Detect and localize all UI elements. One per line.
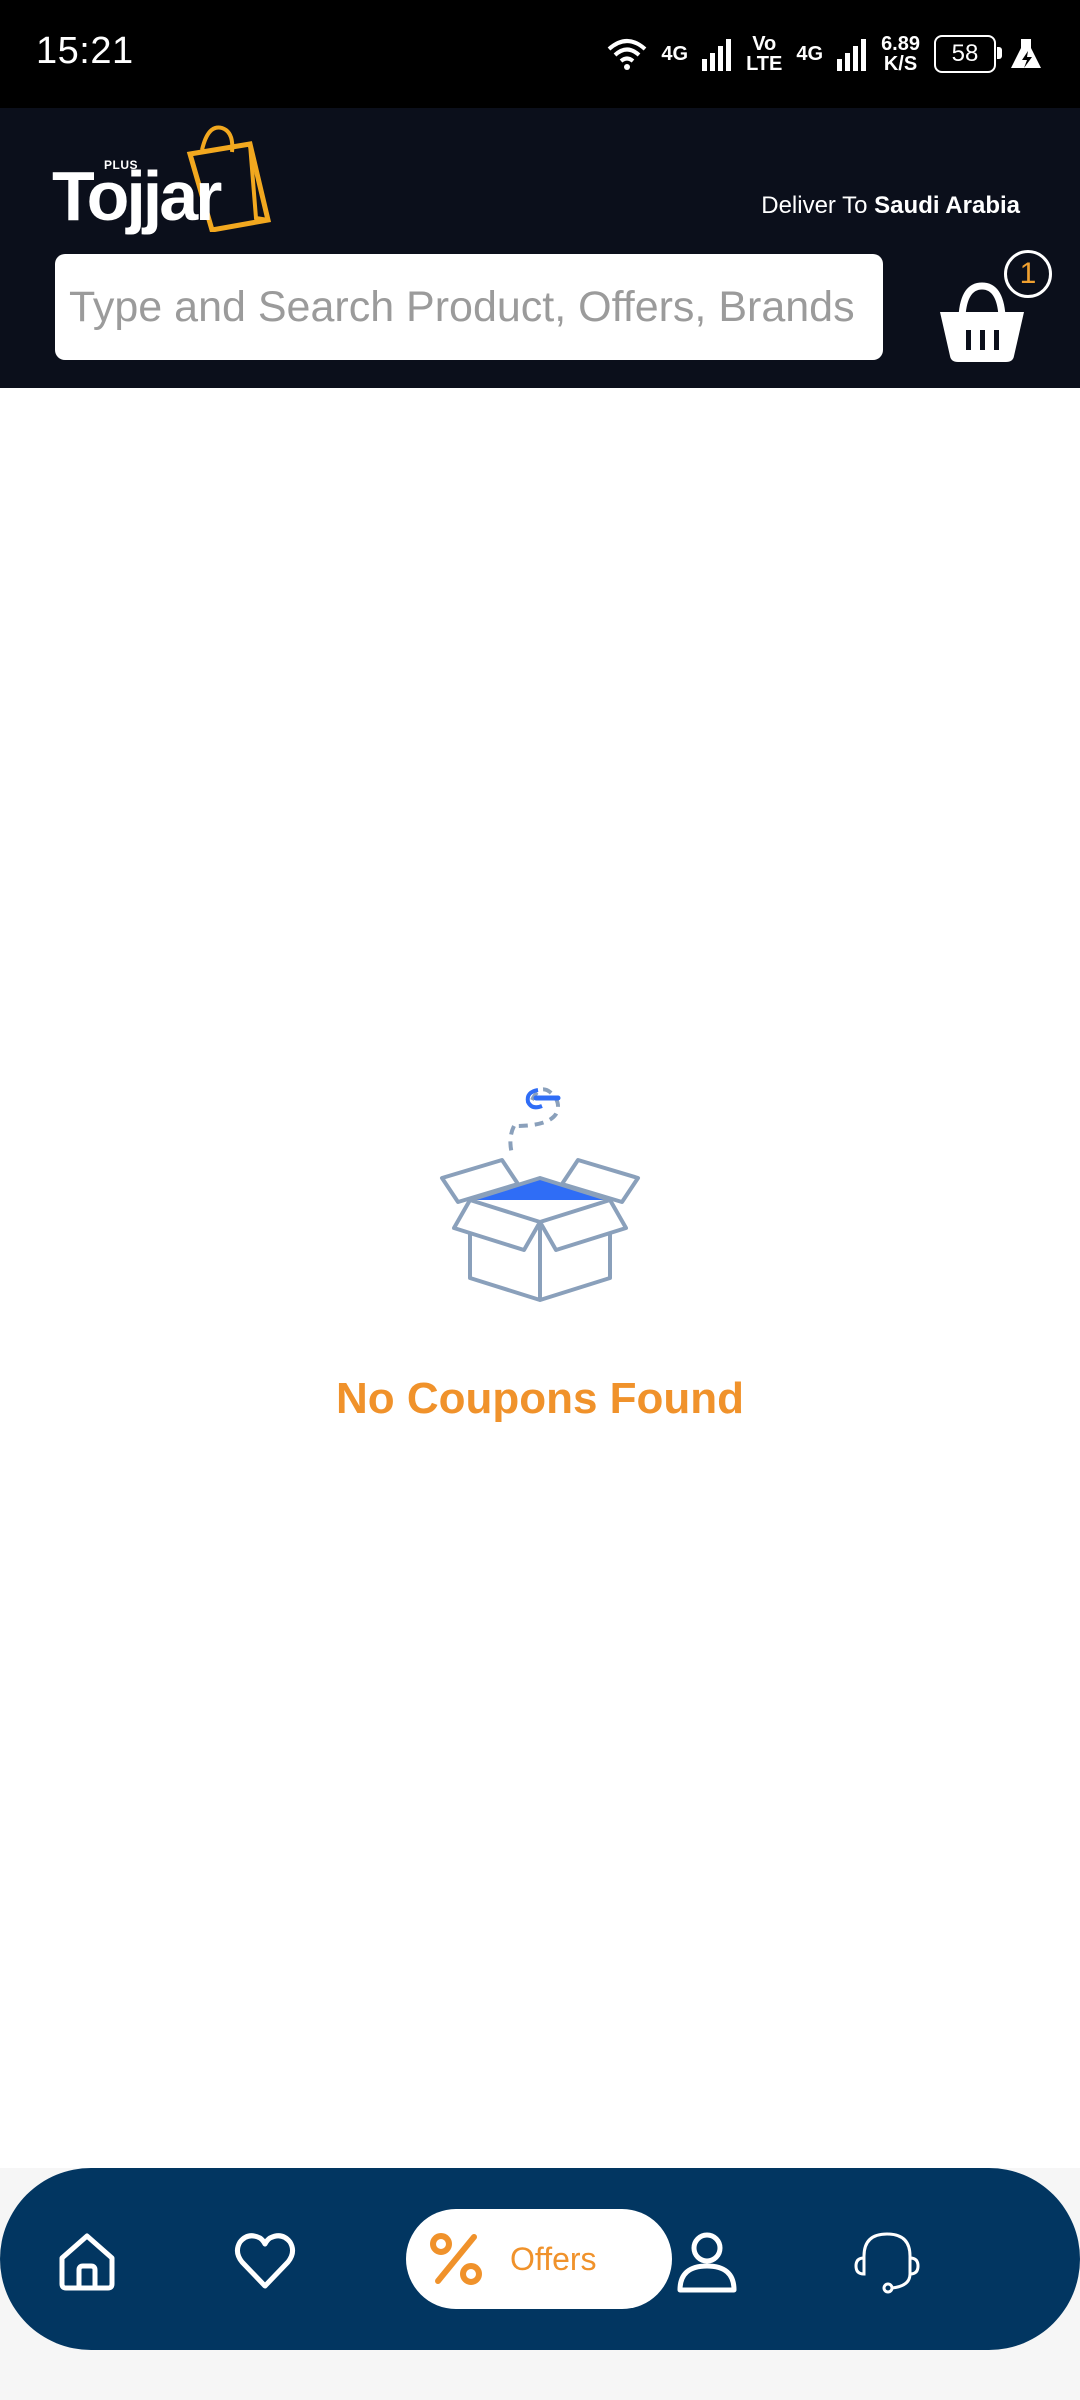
wifi-icon	[608, 39, 647, 70]
speed-unit: K/S	[883, 53, 918, 75]
empty-state-message: No Coupons Found	[335, 1374, 745, 1423]
nav-home[interactable]	[52, 2226, 122, 2296]
nav-wishlist[interactable]	[230, 2226, 300, 2296]
lab-flask-icon	[1011, 39, 1041, 68]
network-speed: 6.89 K/S	[881, 34, 920, 74]
battery-icon: 58	[934, 35, 1002, 73]
volte-top: Vo	[752, 33, 777, 55]
nav-offers-label: Offers	[510, 2240, 597, 2277]
logo-text: Tojjar	[52, 157, 222, 235]
status-bar: 15:21 4G Vo LTE 4G 6.89 K/S 58	[0, 0, 1080, 108]
volte-indicator: Vo LTE	[746, 34, 782, 74]
network-type-1: 4G	[661, 43, 689, 65]
headset-icon	[854, 2232, 920, 2294]
heart-icon	[234, 2233, 296, 2289]
empty-box-icon	[440, 1087, 640, 1302]
nav-account[interactable]	[672, 2226, 742, 2296]
deliver-country: Saudi Arabia	[874, 192, 1020, 219]
speed-value: 6.89	[881, 33, 920, 55]
search-input[interactable]: Type and Search Product, Offers, Brands	[55, 254, 883, 360]
user-icon	[677, 2232, 737, 2293]
deliver-to[interactable]: Deliver To Saudi Arabia	[761, 192, 1020, 220]
search-placeholder: Type and Search Product, Offers, Brands	[69, 282, 855, 331]
network-type-2: 4G	[796, 43, 824, 65]
tojjar-logo[interactable]: PLUS Tojjar	[52, 122, 282, 242]
nav-support[interactable]	[852, 2226, 922, 2296]
app-header: PLUS Tojjar Deliver To Saudi Arabia Type…	[0, 108, 1080, 388]
signal-icon-2	[837, 39, 867, 71]
battery-level: 58	[951, 40, 979, 67]
volte-bottom: LTE	[746, 53, 783, 75]
status-icons: 4G Vo LTE 4G 6.89 K/S 58	[607, 28, 1042, 80]
cart-count-badge: 1	[1004, 250, 1052, 298]
percent-icon	[430, 2233, 482, 2285]
status-time: 15:21	[36, 30, 134, 72]
nav-offers[interactable]: Offers	[406, 2209, 672, 2309]
deliver-to-label: Deliver To	[761, 192, 875, 219]
home-icon	[59, 2233, 115, 2291]
signal-icon-1	[702, 39, 732, 71]
